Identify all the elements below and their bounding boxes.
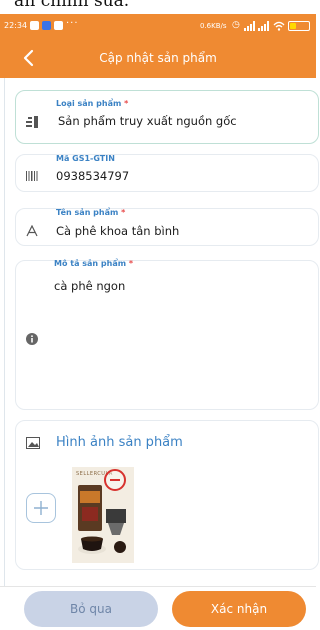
product-description-label-text: Mô tả sản phẩm: [54, 259, 127, 268]
product-name-label: Tên sản phẩm *: [56, 208, 125, 217]
product-type-label-text: Loại sản phẩm: [56, 99, 122, 108]
form-container: Loại sản phẩm * Sản phẩm truy xuất nguồn…: [4, 78, 319, 586]
product-images-title: Hình ảnh sản phẩm: [56, 435, 183, 450]
app-notification-icon: [54, 21, 63, 30]
product-images-section: Hình ảnh sản phẩm SELLERCULA: [15, 420, 319, 570]
gtin-value: 0938534797: [56, 169, 130, 183]
battery-level: [290, 23, 296, 29]
alarm-icon: ◷: [232, 20, 240, 30]
battery-icon: [288, 21, 310, 31]
product-description-value: cà phê ngon: [54, 279, 126, 293]
skip-button[interactable]: Bỏ qua: [24, 591, 158, 627]
product-type-value: Sản phẩm truy xuất nguồn gốc: [58, 114, 237, 128]
more-notifications-icon: ···: [66, 18, 79, 29]
add-image-button[interactable]: [26, 493, 56, 523]
status-bar: 22:34 ··· 0.6KB/s ◷: [0, 14, 316, 38]
barcode-icon: [26, 171, 38, 181]
wifi-icon: [273, 21, 285, 31]
required-mark: *: [124, 99, 129, 108]
gtin-field[interactable]: Mã GS1-GTIN 0938534797: [15, 154, 319, 192]
text-icon: [26, 225, 38, 237]
network-speed: 0.6KB/s: [200, 22, 227, 30]
top-caption: ần chỉnh sửa.: [0, 0, 316, 14]
footer-actions: Bỏ qua Xác nhận: [0, 586, 316, 630]
plus-icon: [34, 501, 48, 515]
product-name-field[interactable]: Tên sản phẩm * Cà phê khoa tân bình: [15, 208, 319, 246]
required-mark: *: [128, 259, 134, 268]
image-icon: [26, 437, 40, 449]
app-notification-icon: [30, 21, 39, 30]
product-type-label: Loại sản phẩm *: [56, 99, 128, 108]
signal-icon: [244, 21, 255, 31]
status-time: 22:34: [4, 21, 28, 30]
product-name-value: Cà phê khoa tân bình: [56, 224, 180, 238]
page-title: Cập nhật sản phẩm: [99, 51, 217, 65]
app-header: Cập nhật sản phẩm: [0, 38, 316, 78]
product-name-label-text: Tên sản phẩm: [56, 208, 119, 217]
required-mark: *: [121, 208, 126, 217]
info-icon: [26, 333, 38, 345]
app-notification-icon: [42, 21, 51, 30]
product-type-select[interactable]: Loại sản phẩm * Sản phẩm truy xuất nguồn…: [15, 90, 319, 144]
category-icon: [26, 116, 38, 128]
gtin-label: Mã GS1-GTIN: [56, 154, 115, 163]
product-description-label: Mô tả sản phẩm *: [54, 259, 133, 268]
signal-icon: [258, 21, 269, 31]
top-caption-text: ần chỉnh sửa.: [14, 0, 130, 11]
remove-image-button[interactable]: [104, 469, 126, 491]
confirm-button[interactable]: Xác nhận: [172, 591, 306, 627]
product-description-field[interactable]: Mô tả sản phẩm * cà phê ngon: [15, 259, 319, 410]
